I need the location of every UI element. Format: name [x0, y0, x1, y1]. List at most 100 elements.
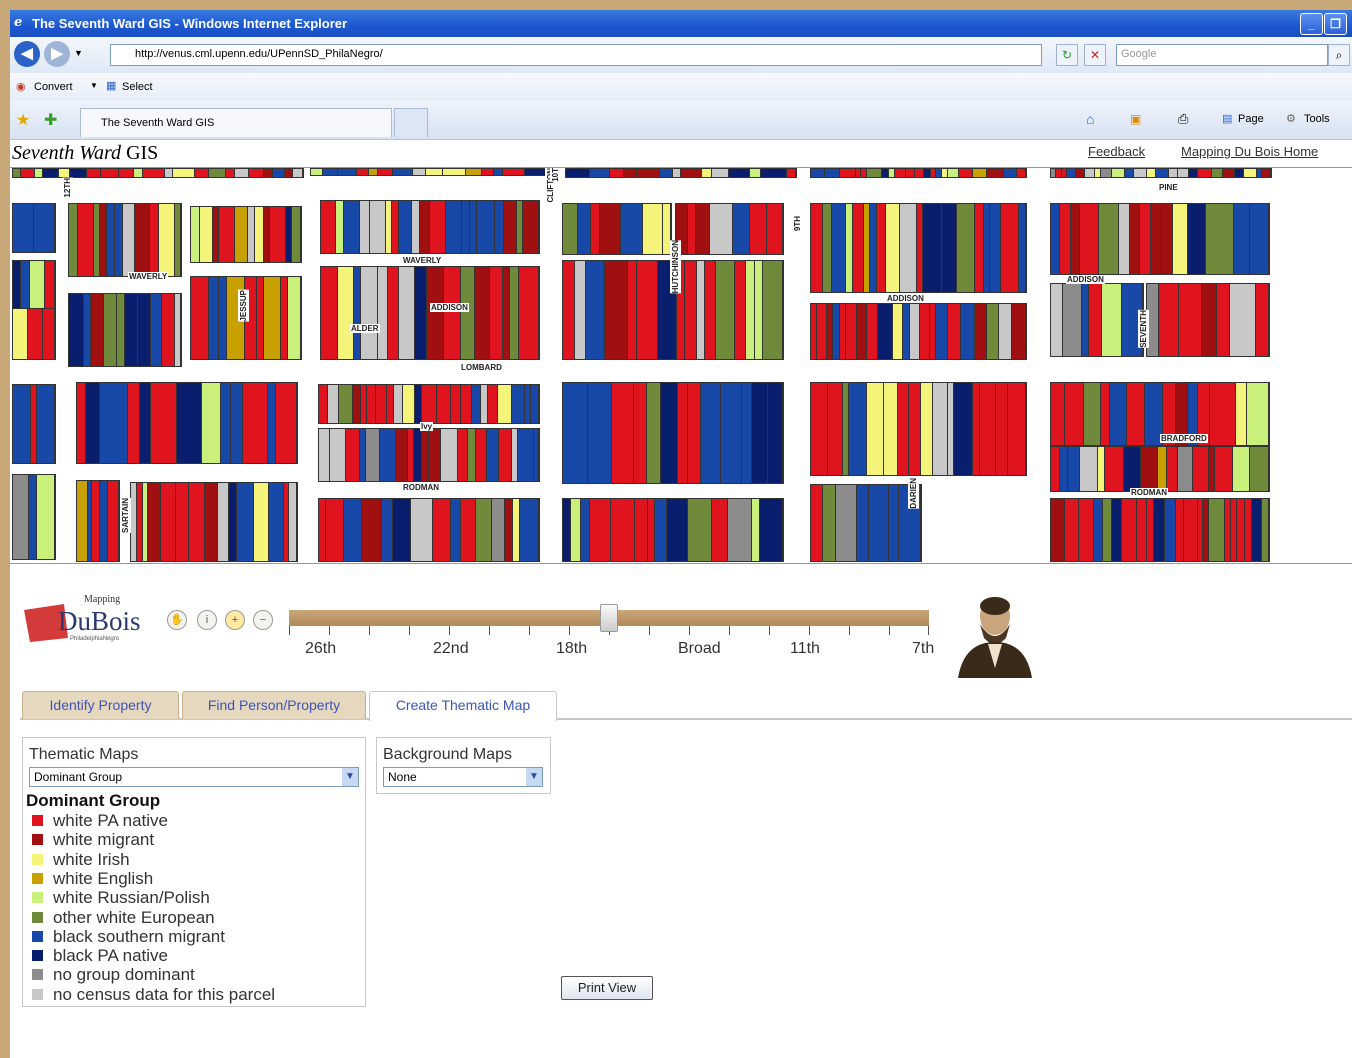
- map-parcel[interactable]: [1147, 169, 1157, 177]
- map-parcel[interactable]: [446, 201, 462, 253]
- map-parcel[interactable]: [612, 383, 634, 483]
- map-parcel[interactable]: [1250, 204, 1269, 274]
- map-parcel[interactable]: [108, 481, 119, 561]
- map-parcel[interactable]: [421, 385, 438, 423]
- map-parcel[interactable]: [1075, 169, 1086, 177]
- map-block[interactable]: [318, 384, 540, 424]
- map-parcel[interactable]: [750, 204, 767, 254]
- map-parcel[interactable]: [201, 383, 222, 463]
- map-block[interactable]: [675, 203, 784, 255]
- map-parcel[interactable]: [599, 204, 622, 254]
- map-parcel[interactable]: [248, 169, 264, 177]
- map-parcel[interactable]: [948, 169, 959, 177]
- map-parcel[interactable]: [321, 201, 336, 253]
- map-parcel[interactable]: [263, 277, 282, 359]
- map-parcel[interactable]: [487, 429, 499, 481]
- map-parcel[interactable]: [681, 169, 702, 177]
- map-parcel[interactable]: [701, 169, 712, 177]
- map-parcel[interactable]: [460, 385, 472, 423]
- map-parcel[interactable]: [974, 304, 987, 359]
- map-parcel[interactable]: [1209, 499, 1225, 561]
- map-parcel[interactable]: [660, 383, 679, 483]
- map-parcel[interactable]: [99, 204, 107, 276]
- map-parcel[interactable]: [13, 204, 34, 252]
- map-parcel[interactable]: [811, 204, 824, 292]
- map-parcel[interactable]: [1153, 499, 1165, 561]
- map-parcel[interactable]: [143, 169, 165, 177]
- map-parcel[interactable]: [493, 169, 504, 175]
- map-parcel[interactable]: [1051, 284, 1064, 356]
- map-parcel[interactable]: [117, 294, 126, 366]
- map-parcel[interactable]: [571, 499, 581, 561]
- map-parcel[interactable]: [752, 499, 760, 561]
- map-parcel[interactable]: [563, 499, 572, 561]
- map-parcel[interactable]: [218, 207, 235, 262]
- map-parcel[interactable]: [86, 383, 101, 463]
- map-parcel[interactable]: [253, 483, 270, 561]
- map-parcel[interactable]: [1157, 447, 1167, 491]
- map-parcel[interactable]: [531, 385, 539, 423]
- map-parcel[interactable]: [741, 383, 752, 483]
- map-parcel[interactable]: [352, 385, 361, 423]
- map-parcel[interactable]: [1255, 284, 1269, 356]
- map-parcel[interactable]: [1099, 204, 1120, 274]
- map-parcel[interactable]: [755, 261, 763, 359]
- map-parcel[interactable]: [1100, 169, 1112, 177]
- map-block[interactable]: [76, 382, 298, 464]
- map-parcel[interactable]: [563, 204, 579, 254]
- map-block[interactable]: [1050, 283, 1144, 357]
- browser-tab[interactable]: The Seventh Ward GIS: [80, 108, 392, 137]
- map-parcel[interactable]: [867, 304, 879, 359]
- map-parcel[interactable]: [1119, 204, 1130, 274]
- map-parcel[interactable]: [481, 169, 494, 175]
- tools-menu[interactable]: Tools: [1304, 113, 1330, 125]
- select-button[interactable]: Select: [122, 81, 153, 93]
- map-parcel[interactable]: [1123, 447, 1142, 491]
- map-parcel[interactable]: [1215, 447, 1233, 491]
- thematic-select[interactable]: Dominant Group ▼: [29, 767, 359, 787]
- map-parcel[interactable]: [1236, 499, 1245, 561]
- map-parcel[interactable]: [269, 207, 286, 262]
- map-parcel[interactable]: [1103, 499, 1113, 561]
- map-parcel[interactable]: [339, 385, 353, 423]
- map-parcel[interactable]: [468, 429, 477, 481]
- map-parcel[interactable]: [386, 385, 395, 423]
- map-parcel[interactable]: [941, 204, 957, 292]
- favorites-star-icon[interactable]: ★: [16, 110, 30, 130]
- map-parcel[interactable]: [366, 385, 376, 423]
- map-parcel[interactable]: [231, 383, 243, 463]
- map-parcel[interactable]: [118, 169, 135, 177]
- map-parcel[interactable]: [477, 201, 495, 253]
- map-parcel[interactable]: [338, 267, 355, 359]
- map-parcel[interactable]: [421, 429, 430, 481]
- map-parcel[interactable]: [1247, 383, 1269, 445]
- map-parcel[interactable]: [378, 267, 388, 359]
- map-parcel[interactable]: [1063, 284, 1083, 356]
- map-parcel[interactable]: [684, 261, 698, 359]
- map-parcel[interactable]: [842, 383, 850, 475]
- map-parcel[interactable]: [247, 207, 256, 262]
- map-parcel[interactable]: [106, 204, 115, 276]
- map-parcel[interactable]: [1211, 169, 1223, 177]
- map-parcel[interactable]: [460, 499, 477, 561]
- map-parcel[interactable]: [696, 204, 711, 254]
- background-select[interactable]: None ▼: [383, 767, 543, 787]
- map-parcel[interactable]: [897, 383, 910, 475]
- map-parcel[interactable]: [77, 383, 87, 463]
- map-parcel[interactable]: [504, 201, 517, 253]
- map-parcel[interactable]: [165, 169, 174, 177]
- map-parcel[interactable]: [823, 204, 832, 292]
- map-parcel[interactable]: [375, 385, 387, 423]
- map-parcel[interactable]: [1158, 284, 1180, 356]
- map-parcel[interactable]: [1111, 169, 1125, 177]
- map-parcel[interactable]: [647, 499, 655, 561]
- map-parcel[interactable]: [519, 499, 539, 561]
- map-parcel[interactable]: [1168, 169, 1179, 177]
- home-link[interactable]: Mapping Du Bois Home: [1181, 144, 1318, 159]
- map-parcel[interactable]: [369, 169, 379, 175]
- map-parcel[interactable]: [44, 261, 55, 309]
- home-icon[interactable]: ⌂: [1086, 111, 1094, 127]
- map-parcel[interactable]: [710, 204, 733, 254]
- map-parcel[interactable]: [325, 499, 345, 561]
- map-parcel[interactable]: [688, 204, 697, 254]
